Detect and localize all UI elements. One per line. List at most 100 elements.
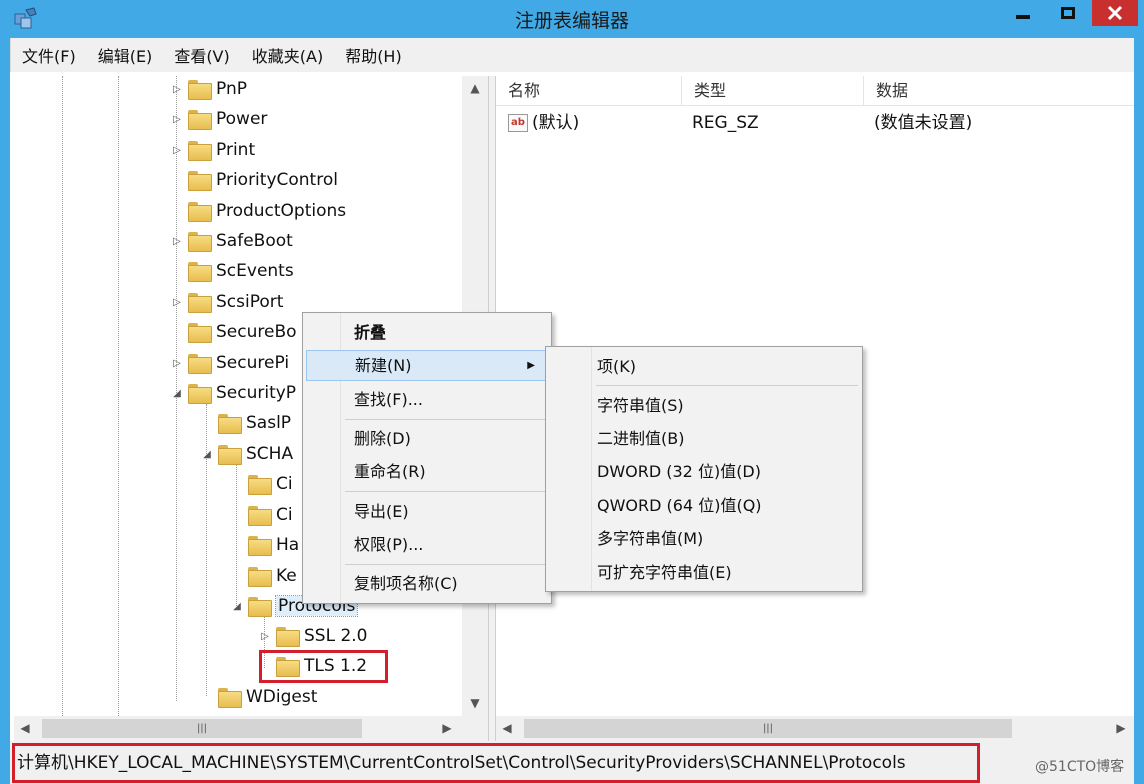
tree-item-keyexchange[interactable]: Ke [230,561,297,591]
string-value-icon: ab [508,114,528,132]
submenu-item-expandable-string-value[interactable]: 可扩充字符串值(E) [549,557,859,588]
tree-item-hashes[interactable]: Ha [230,530,299,560]
tree-horizontal-scrollbar[interactable]: ◀ ||| ▶ [14,716,488,741]
tree-item-schannel[interactable]: ◢ SCHA [200,439,293,469]
menu-edit[interactable]: 编辑(E) [87,43,164,67]
tree-item-scevents[interactable]: ScEvents [170,256,294,286]
list-item[interactable]: ab (默认) REG_SZ (数值未设置) [496,108,1134,138]
tree-item-prioritycontrol[interactable]: PriorityControl [170,165,338,195]
window-title: 注册表编辑器 [514,10,629,32]
menu-item-delete[interactable]: 删除(D) [306,423,548,454]
tree-item-label: Ci [276,474,293,494]
collapse-icon[interactable]: ◢ [200,449,214,460]
folder-icon [188,80,212,100]
expand-icon[interactable]: ▷ [170,84,184,95]
menu-favorites[interactable]: 收藏夹(A) [241,43,334,67]
folder-icon [248,506,272,526]
menu-item-copy-key-name[interactable]: 复制项名称(C) [306,568,548,599]
scroll-thumb[interactable]: ||| [42,719,362,738]
scroll-thumb[interactable]: ||| [524,719,1012,738]
minimize-button[interactable] [1003,0,1043,26]
tree-item-ciphersuites[interactable]: Ci [230,500,293,530]
column-header-name[interactable]: 名称 [496,76,682,106]
tree-item-productoptions[interactable]: ProductOptions [170,196,346,226]
column-header-data[interactable]: 数据 [864,76,1134,106]
tree-item-label: ScsiPort [216,292,284,312]
scroll-left-icon[interactable]: ◀ [14,716,36,741]
tree-item-label: SecureBo [216,322,297,342]
submenu-item-multi-string-value[interactable]: 多字符串值(M) [549,523,859,554]
expand-icon[interactable]: ▷ [170,236,184,247]
maximize-button[interactable] [1048,0,1088,26]
folder-icon [218,688,242,708]
menu-help[interactable]: 帮助(H) [334,43,413,67]
tree-item-ciphers[interactable]: Ci [230,469,293,499]
scroll-up-icon[interactable]: ▲ [462,76,488,100]
column-header-type[interactable]: 类型 [682,76,864,106]
submenu-item-string-value[interactable]: 字符串值(S) [549,390,859,421]
collapse-icon[interactable]: ◢ [230,601,244,612]
tree-item-scsiport[interactable]: ▷ ScsiPort [170,287,283,317]
maximize-icon [1061,7,1075,19]
menu-item-permissions[interactable]: 权限(P)... [306,529,548,560]
tree-guide [118,76,119,716]
tree-item-label: Power [216,109,268,129]
window-frame-right [1134,38,1144,784]
submenu-item-qword-value[interactable]: QWORD (64 位)值(Q) [549,490,859,521]
tree-item-ssl20[interactable]: ▷ SSL 2.0 [258,621,368,651]
scroll-down-icon[interactable]: ▼ [462,691,488,715]
folder-icon [188,323,212,343]
folder-icon [188,354,212,374]
folder-icon [188,232,212,252]
menu-item-collapse[interactable]: 折叠 [306,317,548,348]
tree-item-label: Ci [276,505,293,525]
folder-icon [188,262,212,282]
tree-item-print[interactable]: ▷ Print [170,135,255,165]
menu-item-new[interactable]: 新建(N) ▶ [306,350,548,381]
list-horizontal-scrollbar[interactable]: ◀ ||| ▶ [496,716,1134,741]
menu-bar: 文件(F) 编辑(E) 查看(V) 收藏夹(A) 帮助(H) [10,38,1134,72]
menu-item-find[interactable]: 查找(F)... [306,384,548,415]
collapse-icon[interactable]: ◢ [170,388,184,399]
tree-item-pnp[interactable]: ▷ PnP [170,76,247,104]
folder-icon [248,567,272,587]
tree-item-label: WDigest [246,687,318,707]
tree-item-wdigest[interactable]: WDigest [200,682,317,712]
tree-item-safeboot[interactable]: ▷ SafeBoot [170,226,293,256]
menu-item-rename[interactable]: 重命名(R) [306,456,548,487]
expand-icon[interactable]: ▷ [170,114,184,125]
folder-icon [188,110,212,130]
expand-icon[interactable]: ▷ [170,297,184,308]
context-menu: 折叠 新建(N) ▶ 查找(F)... 删除(D) 重命名(R) 导出(E) 权… [302,312,552,604]
submenu-item-dword-value[interactable]: DWORD (32 位)值(D) [549,456,859,487]
expand-icon[interactable]: ▷ [170,358,184,369]
expand-icon[interactable]: ▷ [170,145,184,156]
menu-item-new-label: 新建(N) [355,356,412,375]
tree-item-label: SecurityP [216,383,297,403]
scroll-left-icon[interactable]: ◀ [496,716,518,741]
tree-item-power[interactable]: ▷ Power [170,104,267,134]
close-button[interactable] [1092,0,1138,26]
submenu-item-key[interactable]: 项(K) [549,351,859,382]
tree-item-label: SSL 2.0 [304,626,368,646]
tree-item-label: PriorityControl [216,170,338,190]
tree-item-label: Ha [276,535,300,555]
tree-item-saslprofiles[interactable]: SaslP [200,408,291,438]
tree-item-label: ProductOptions [216,201,347,221]
tree-item-label: SCHA [246,444,294,464]
tree-item-securepi[interactable]: ▷ SecurePi [170,348,289,378]
scroll-right-icon[interactable]: ▶ [436,716,458,741]
tree-item-label: PnP [216,79,247,99]
menu-separator [345,491,545,492]
tree-item-securebo[interactable]: SecureBo [170,317,297,347]
scroll-right-icon[interactable]: ▶ [1110,716,1132,741]
submenu-item-binary-value[interactable]: 二进制值(B) [549,423,859,454]
tree-item-label: SaslP [246,413,292,433]
menu-separator [596,385,858,386]
list-header: 名称 类型 数据 [496,76,1134,106]
tree-item-securityproviders[interactable]: ◢ SecurityP [170,378,296,408]
menu-file[interactable]: 文件(F) [11,43,87,67]
menu-view[interactable]: 查看(V) [163,43,240,67]
menu-item-export[interactable]: 导出(E) [306,496,548,527]
expand-icon[interactable]: ▷ [258,631,272,642]
